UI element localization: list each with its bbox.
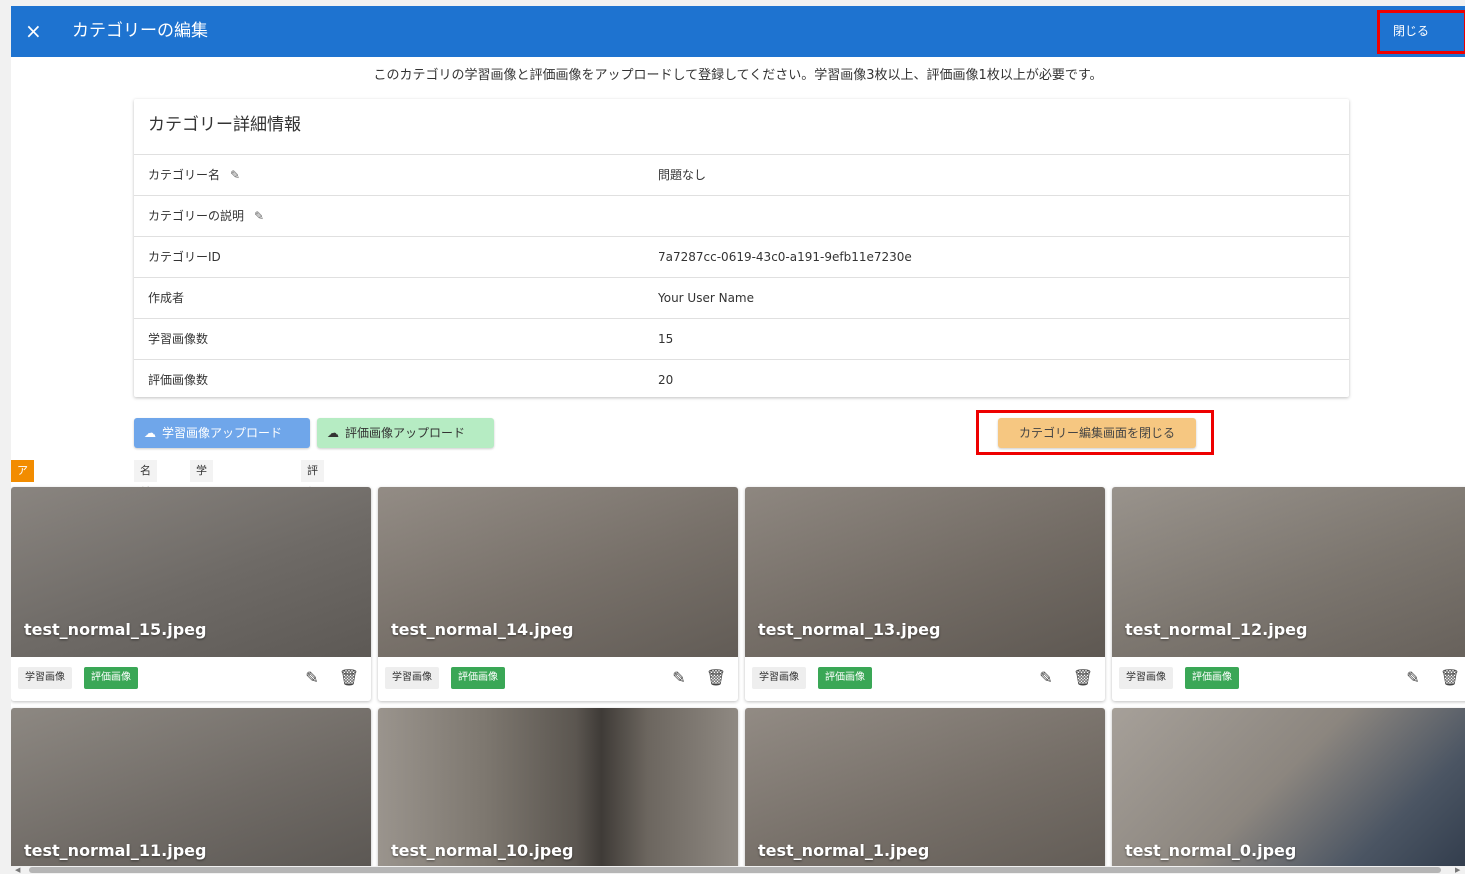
eval-tag[interactable]: 評価画像	[84, 667, 138, 689]
close-icon[interactable]: ×	[25, 18, 42, 44]
detail-label: 作成者	[148, 291, 185, 305]
scroll-left-arrow-icon[interactable]: ◀	[15, 866, 20, 874]
eval-tag[interactable]: 評価画像	[818, 667, 872, 689]
image-card[interactable]: test_normal_11.jpeg	[11, 708, 371, 874]
pencil-icon[interactable]: ✎	[301, 667, 323, 689]
detail-value: 15	[658, 332, 674, 346]
dialog: × カテゴリーの編集 閉じる このカテゴリの学習画像と評価画像をアップロードして…	[11, 6, 1465, 874]
detail-row-author: 作成者 Your User Name	[134, 277, 1349, 319]
image-card-actions: 学習画像 評価画像 ✎ 🗑	[1112, 657, 1465, 701]
detail-row-eval-count: 評価画像数 20	[134, 359, 1349, 401]
trash-icon[interactable]: 🗑	[1439, 667, 1461, 689]
image-filename: test_normal_0.jpeg	[1125, 841, 1297, 860]
detail-row-description: カテゴリーの説明 ✎	[134, 195, 1349, 237]
detail-label: カテゴリーID	[148, 250, 221, 264]
eval-tag[interactable]: 評価画像	[1185, 667, 1239, 689]
details-title: カテゴリー詳細情報	[148, 115, 301, 135]
detail-row-id: カテゴリーID 7a7287cc-0619-43c0-a191-9efb11e7…	[134, 236, 1349, 278]
horizontal-scrollbar[interactable]: ◀ ▶	[11, 866, 1465, 874]
image-filename: test_normal_13.jpeg	[758, 620, 941, 639]
train-tag[interactable]: 学習画像	[752, 667, 806, 689]
upload-train-button[interactable]: ☁ 学習画像アップロード	[134, 418, 310, 448]
detail-value: 問題なし	[658, 168, 707, 182]
image-filename: test_normal_15.jpeg	[24, 620, 207, 639]
image-card[interactable]: test_normal_15.jpeg 学習画像 評価画像 ✎ 🗑	[11, 487, 371, 701]
detail-label: カテゴリーの説明	[148, 209, 245, 223]
image-card[interactable]: test_normal_12.jpeg 学習画像 評価画像 ✎ 🗑	[1112, 487, 1465, 701]
trash-icon[interactable]: 🗑	[338, 667, 360, 689]
detail-row-train-count: 学習画像数 15	[134, 318, 1349, 360]
image-filename: test_normal_12.jpeg	[1125, 620, 1308, 639]
detail-label: カテゴリー名	[148, 168, 221, 182]
scroll-right-arrow-icon[interactable]: ▶	[1455, 866, 1460, 874]
close-button[interactable]: 閉じる	[1384, 15, 1438, 47]
image-filename: test_normal_14.jpeg	[391, 620, 574, 639]
pencil-icon[interactable]: ✎	[668, 667, 690, 689]
dialog-title: カテゴリーの編集	[72, 21, 208, 41]
scrollbar-thumb[interactable]	[29, 867, 1441, 873]
train-tag[interactable]: 学習画像	[1119, 667, 1173, 689]
upload-eval-label: 評価画像アップロード	[345, 426, 466, 440]
detail-value: 7a7287cc-0619-43c0-a191-9efb11e7230e	[658, 250, 912, 264]
image-card-actions: 学習画像 評価画像 ✎ 🗑	[745, 657, 1105, 701]
detail-value: Your User Name	[658, 291, 754, 305]
image-card-actions: 学習画像 評価画像 ✎ 🗑	[378, 657, 738, 701]
image-card-actions: 学習画像 評価画像 ✎ 🗑	[11, 657, 371, 701]
train-tag[interactable]: 学習画像	[385, 667, 439, 689]
sort-name[interactable]: 名前順	[134, 460, 157, 521]
train-tag[interactable]: 学習画像	[18, 667, 72, 689]
detail-value: 20	[658, 373, 674, 387]
cloud-upload-icon: ☁	[144, 426, 156, 440]
detail-row-name: カテゴリー名 ✎ 問題なし	[134, 154, 1349, 196]
filter-eval-only[interactable]: 評価画像のみ表示	[301, 460, 324, 631]
sort-upload-date[interactable]: アップロード日時順	[11, 460, 34, 653]
instruction-text: このカテゴリの学習画像と評価画像をアップロードして登録してください。学習画像3枚…	[373, 68, 1103, 83]
image-card[interactable]: test_normal_1.jpeg	[745, 708, 1105, 874]
pencil-icon[interactable]: ✎	[230, 167, 240, 183]
image-filename: test_normal_1.jpeg	[758, 841, 930, 860]
image-card[interactable]: test_normal_0.jpeg	[1112, 708, 1465, 874]
upload-eval-button[interactable]: ☁ 評価画像アップロード	[317, 418, 494, 448]
cloud-upload-icon: ☁	[327, 426, 339, 440]
filter-train-only[interactable]: 学習画像のみ表示	[190, 460, 213, 631]
upload-train-label: 学習画像アップロード	[162, 426, 283, 440]
image-card[interactable]: test_normal_10.jpeg	[378, 708, 738, 874]
image-card[interactable]: test_normal_14.jpeg 学習画像 評価画像 ✎ 🗑	[378, 487, 738, 701]
trash-icon[interactable]: 🗑	[705, 667, 727, 689]
image-filename: test_normal_11.jpeg	[24, 841, 207, 860]
image-card[interactable]: test_normal_13.jpeg 学習画像 評価画像 ✎ 🗑	[745, 487, 1105, 701]
detail-label: 評価画像数	[148, 373, 209, 387]
pencil-icon[interactable]: ✎	[1402, 667, 1424, 689]
detail-label: 学習画像数	[148, 332, 209, 346]
category-details-card: カテゴリー詳細情報 カテゴリー名 ✎ 問題なし カテゴリーの説明 ✎ カテゴリーID…	[134, 99, 1349, 397]
trash-icon[interactable]: 🗑	[1072, 667, 1094, 689]
eval-tag[interactable]: 評価画像	[451, 667, 505, 689]
pencil-icon[interactable]: ✎	[1035, 667, 1057, 689]
close-edit-button[interactable]: カテゴリー編集画面を閉じる	[998, 418, 1196, 448]
image-filename: test_normal_10.jpeg	[391, 841, 574, 860]
app-bar: × カテゴリーの編集 閉じる	[11, 6, 1465, 57]
pencil-icon[interactable]: ✎	[254, 208, 264, 224]
